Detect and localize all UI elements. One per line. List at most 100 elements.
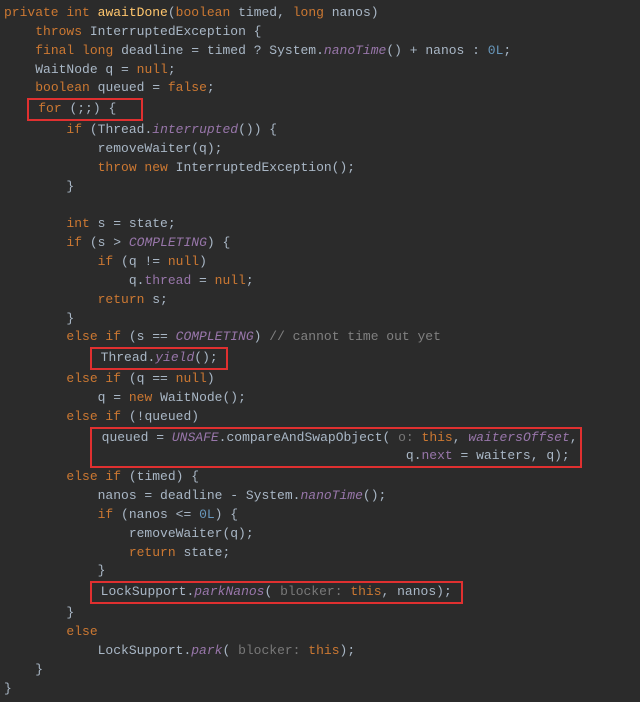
tok: )	[207, 371, 215, 386]
tok: null	[137, 62, 168, 77]
tok: int	[66, 5, 89, 20]
inlay-hint: blocker:	[280, 584, 350, 599]
tok: ()) {	[238, 122, 277, 137]
tok: UNSAFE	[172, 430, 219, 445]
tok: final	[35, 43, 74, 58]
tok: throw new	[98, 160, 168, 175]
tok: false	[168, 80, 207, 95]
tok: park	[191, 643, 222, 658]
tok: return	[98, 292, 145, 307]
tok: }	[4, 681, 12, 696]
tok: () + nanos :	[386, 43, 487, 58]
tok: ,	[570, 430, 578, 445]
tok: yield	[155, 350, 194, 365]
tok: (s >	[90, 235, 129, 250]
tok: else if	[66, 329, 121, 344]
tok: =	[191, 273, 214, 288]
tok: null	[176, 371, 207, 386]
tok: if	[98, 507, 114, 522]
tok: (Thread.	[90, 122, 152, 137]
tok: if	[66, 122, 82, 137]
inlay-hint: o:	[398, 430, 421, 445]
tok: interrupted	[152, 122, 238, 137]
tok: null	[168, 254, 199, 269]
code-block: private int awaitDone ( boolean timed, lon…	[0, 0, 640, 702]
tok: for	[38, 101, 61, 116]
tok: else	[66, 624, 97, 639]
tok: (q ==	[129, 371, 176, 386]
tok: , nanos);	[382, 584, 452, 599]
highlight-box: LockSupport.parkNanos( blocker: this, na…	[90, 581, 463, 604]
tok: );	[340, 643, 356, 658]
tok: thread	[144, 273, 191, 288]
tok: 0L	[199, 507, 215, 522]
tok: return	[129, 545, 176, 560]
highlight-box: Thread.yield();	[90, 347, 229, 370]
tok: }	[35, 662, 43, 677]
tok: q.	[129, 273, 145, 288]
tok: int	[66, 216, 89, 231]
method-name: awaitDone	[98, 5, 168, 20]
tok: COMPLETING	[176, 329, 254, 344]
tok: InterruptedException();	[176, 160, 355, 175]
tok: (!queued)	[129, 409, 199, 424]
tok: this	[422, 430, 453, 445]
tok: ,	[453, 430, 469, 445]
tok: (;;) {	[69, 101, 116, 116]
tok: new	[129, 390, 152, 405]
tok: (timed) {	[129, 469, 199, 484]
tok: timed	[238, 5, 277, 20]
tok: }	[66, 179, 74, 194]
tok: boolean	[35, 80, 90, 95]
tok: queued =	[98, 80, 168, 95]
tok: removeWaiter(q);	[98, 141, 223, 156]
tok: (q !=	[121, 254, 168, 269]
tok: state;	[183, 545, 230, 560]
tok: if	[98, 254, 114, 269]
tok: else if	[66, 409, 121, 424]
tok: this	[308, 643, 339, 658]
tok: ;	[207, 80, 215, 95]
tok: deadline = timed ? System.	[121, 43, 324, 58]
tok: nanos	[332, 5, 371, 20]
tok: (nanos <=	[121, 507, 199, 522]
tok: LockSupport.	[98, 643, 192, 658]
tok: )	[199, 254, 207, 269]
highlight-box: for (;;) {	[27, 98, 142, 121]
tok: (s ==	[129, 329, 176, 344]
tok: = waiters, q);	[453, 448, 570, 463]
tok: Thread.	[101, 350, 156, 365]
tok: LockSupport.	[101, 584, 195, 599]
tok: }	[98, 563, 106, 578]
inlay-hint: blocker:	[238, 643, 308, 658]
highlight-box: queued = UNSAFE.compareAndSwapObject( o:…	[90, 427, 582, 469]
tok: s = state;	[98, 216, 176, 231]
tok: q =	[98, 390, 129, 405]
tok: private	[4, 5, 59, 20]
tok: nanos = deadline - System.	[98, 488, 301, 503]
tok: boolean	[176, 5, 231, 20]
tok: null	[215, 273, 246, 288]
tok: .compareAndSwapObject(	[219, 430, 398, 445]
tok: next	[422, 448, 453, 463]
tok: COMPLETING	[129, 235, 207, 250]
tok: this	[350, 584, 381, 599]
tok: InterruptedException {	[90, 24, 262, 39]
tok: parkNanos	[194, 584, 264, 599]
tok: removeWaiter(q);	[129, 526, 254, 541]
tok: ();	[363, 488, 386, 503]
tok: ;	[168, 62, 176, 77]
tok: ) {	[215, 507, 238, 522]
tok: long	[82, 43, 113, 58]
tok: }	[66, 311, 74, 326]
tok: q.	[406, 448, 422, 463]
tok: else if	[66, 469, 121, 484]
tok: WaitNode();	[160, 390, 246, 405]
tok: (	[264, 584, 280, 599]
tok: if	[66, 235, 82, 250]
tok: (	[222, 643, 238, 658]
tok: ;	[503, 43, 511, 58]
tok: waitersOffset	[468, 430, 569, 445]
tok: queued =	[102, 430, 172, 445]
tok: else if	[66, 371, 121, 386]
